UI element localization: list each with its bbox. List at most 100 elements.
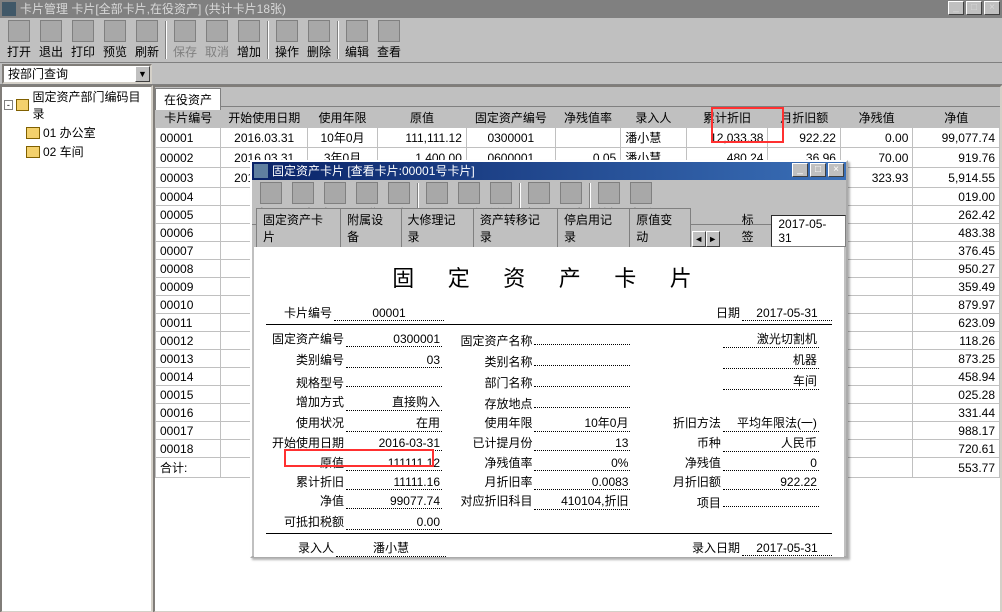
grid-tabstrip: 在役资产 <box>155 87 1000 107</box>
field-value: 0.00 <box>346 515 442 530</box>
grid-header-cell[interactable]: 固定资产编号 <box>466 108 555 128</box>
grid-header-cell[interactable]: 卡片编号 <box>156 108 221 128</box>
card-no-label: 卡片编号 <box>266 304 332 321</box>
toolbar-取消-button: 取消 <box>201 20 233 60</box>
chevron-down-icon[interactable]: ▼ <box>135 66 150 82</box>
toolbar-保存-button: 保存 <box>169 20 201 60</box>
tree-child-2[interactable]: 02 车间 <box>2 142 151 161</box>
dialog-tab[interactable]: 资产转移记录 <box>473 208 558 247</box>
field-value: 922.22 <box>723 475 819 490</box>
dialog-tab[interactable]: 原值变动 <box>629 208 690 247</box>
grid-cell: 00014 <box>156 368 221 386</box>
card-title: 固 定 资 产 卡 片 <box>266 261 832 293</box>
tree-root-label: 固定资产部门编码目录 <box>32 88 149 122</box>
toolbar-icon <box>356 182 378 204</box>
tree-child-1[interactable]: 01 办公室 <box>2 123 151 142</box>
grid-cell: 483.38 <box>913 224 1000 242</box>
toolbar-删除-button[interactable]: 删除 <box>303 20 335 60</box>
toolbar-退出-button[interactable]: 退出 <box>35 20 67 60</box>
toolbar-打开-button[interactable]: 打开 <box>3 20 35 60</box>
toolbar-label: 退出 <box>39 43 63 60</box>
toolbar-icon <box>346 20 368 42</box>
grid-cell: 70.00 <box>840 148 912 168</box>
minimize-button[interactable]: _ <box>948 1 964 15</box>
grid-tab-active[interactable]: 在役资产 <box>155 88 221 110</box>
grid-header-cell[interactable]: 净残值率 <box>555 108 620 128</box>
toolbar-查看-button[interactable]: 查看 <box>373 20 405 60</box>
toolbar-label: 取消 <box>205 43 229 60</box>
grid-cell: 359.49 <box>913 278 1000 296</box>
field-label: 固定资产名称 <box>454 332 532 349</box>
grid-cell <box>840 260 912 278</box>
dialog-tab[interactable]: 大修理记录 <box>401 208 474 247</box>
dialog-title-text: 固定资产卡片 [查看卡片:00001号卡片] <box>272 164 475 178</box>
toolbar-编辑-button[interactable]: 编辑 <box>341 20 373 60</box>
field-value <box>346 372 442 387</box>
field-value: 平均年限法(一) <box>723 414 819 432</box>
toolbar-增加-button[interactable]: 增加 <box>233 20 265 60</box>
grid-cell: 12,033.38 <box>686 128 768 148</box>
field-value <box>534 330 630 345</box>
grid-cell <box>840 224 912 242</box>
field-value: 机器 <box>723 351 819 369</box>
tab-right-button[interactable]: ► <box>706 231 720 247</box>
toolbar-预览-button[interactable]: 预览 <box>99 20 131 60</box>
grid-header-cell[interactable]: 月折旧额 <box>768 108 840 128</box>
field-label: 币种 <box>643 434 721 451</box>
grid-header-cell[interactable]: 原值 <box>378 108 467 128</box>
card-date-label: 日期 <box>700 304 740 321</box>
toolbar-打印-button[interactable]: 打印 <box>67 20 99 60</box>
collapse-icon[interactable]: - <box>4 100 13 110</box>
toolbar-icon <box>40 20 62 42</box>
grid-header-cell[interactable]: 净残值 <box>840 108 912 128</box>
grid-cell: 00013 <box>156 350 221 368</box>
toolbar-操作-button[interactable]: 操作 <box>271 20 303 60</box>
close-button[interactable]: × <box>984 1 1000 15</box>
grid-cell: 922.22 <box>768 128 840 148</box>
field-label: 部门名称 <box>454 374 532 391</box>
card-date-value: 2017-05-31 <box>742 306 832 321</box>
field-label: 净残值率 <box>454 454 532 471</box>
toolbar-icon <box>174 20 196 42</box>
grid-header-cell[interactable]: 使用年限 <box>307 108 377 128</box>
field-label: 净值 <box>266 492 344 509</box>
field-label: 类别编号 <box>266 351 344 368</box>
grid-cell: 118.26 <box>913 332 1000 350</box>
dialog-minimize-button[interactable]: _ <box>792 163 808 177</box>
dialog-close-button[interactable]: × <box>828 163 844 177</box>
grid-cell: 潘小慧 <box>621 128 686 148</box>
grid-header-cell[interactable]: 开始使用日期 <box>221 108 308 128</box>
dialog-tabstrip: 固定资产卡片 附属设备 大修理记录 资产转移记录 停启用记录 原值变动 ◄ ► … <box>252 225 846 247</box>
field-label: 累计折旧 <box>266 473 344 490</box>
maximize-button[interactable]: □ <box>966 1 982 15</box>
dialog-tab[interactable]: 附属设备 <box>340 208 401 247</box>
field-label: 类别名称 <box>454 353 532 370</box>
grid-header-cell[interactable]: 净值 <box>913 108 1000 128</box>
tab-left-button[interactable]: ◄ <box>692 231 706 247</box>
grid-cell: 919.76 <box>913 148 1000 168</box>
toolbar-icon <box>260 182 282 204</box>
toolbar-icon <box>324 182 346 204</box>
field-label: 增加方式 <box>266 393 344 410</box>
grid-header-cell[interactable]: 累计折旧 <box>686 108 768 128</box>
toolbar-刷新-button[interactable]: 刷新 <box>131 20 163 60</box>
grid-header-cell[interactable]: 录入人 <box>621 108 686 128</box>
table-row[interactable]: 000012016.03.3110年0月111,111.120300001潘小慧… <box>156 128 1000 148</box>
tag-date-field[interactable]: 2017-05-31 <box>771 215 846 247</box>
grid-cell: 331.44 <box>913 404 1000 422</box>
field-value: 99077.74 <box>346 494 442 509</box>
toolbar-icon <box>72 20 94 42</box>
field-value: 0.0083 <box>534 475 630 490</box>
filter-combo[interactable]: 按部门查询 ▼ <box>2 64 152 84</box>
tree-root[interactable]: - 固定资产部门编码目录 <box>2 87 151 123</box>
dialog-tab[interactable]: 固定资产卡片 <box>256 208 341 247</box>
grid-cell <box>840 314 912 332</box>
toolbar-icon <box>308 20 330 42</box>
field-value <box>723 492 819 507</box>
grid-cell: 00004 <box>156 188 221 206</box>
dialog-maximize-button[interactable]: □ <box>810 163 826 177</box>
grid-cell: 376.45 <box>913 242 1000 260</box>
main-titlebar: 卡片管理 卡片[全部卡片,在役资产] (共计卡片18张) _ □ × <box>0 0 1002 18</box>
dialog-tab[interactable]: 停启用记录 <box>557 208 630 247</box>
grid-cell: 00006 <box>156 224 221 242</box>
